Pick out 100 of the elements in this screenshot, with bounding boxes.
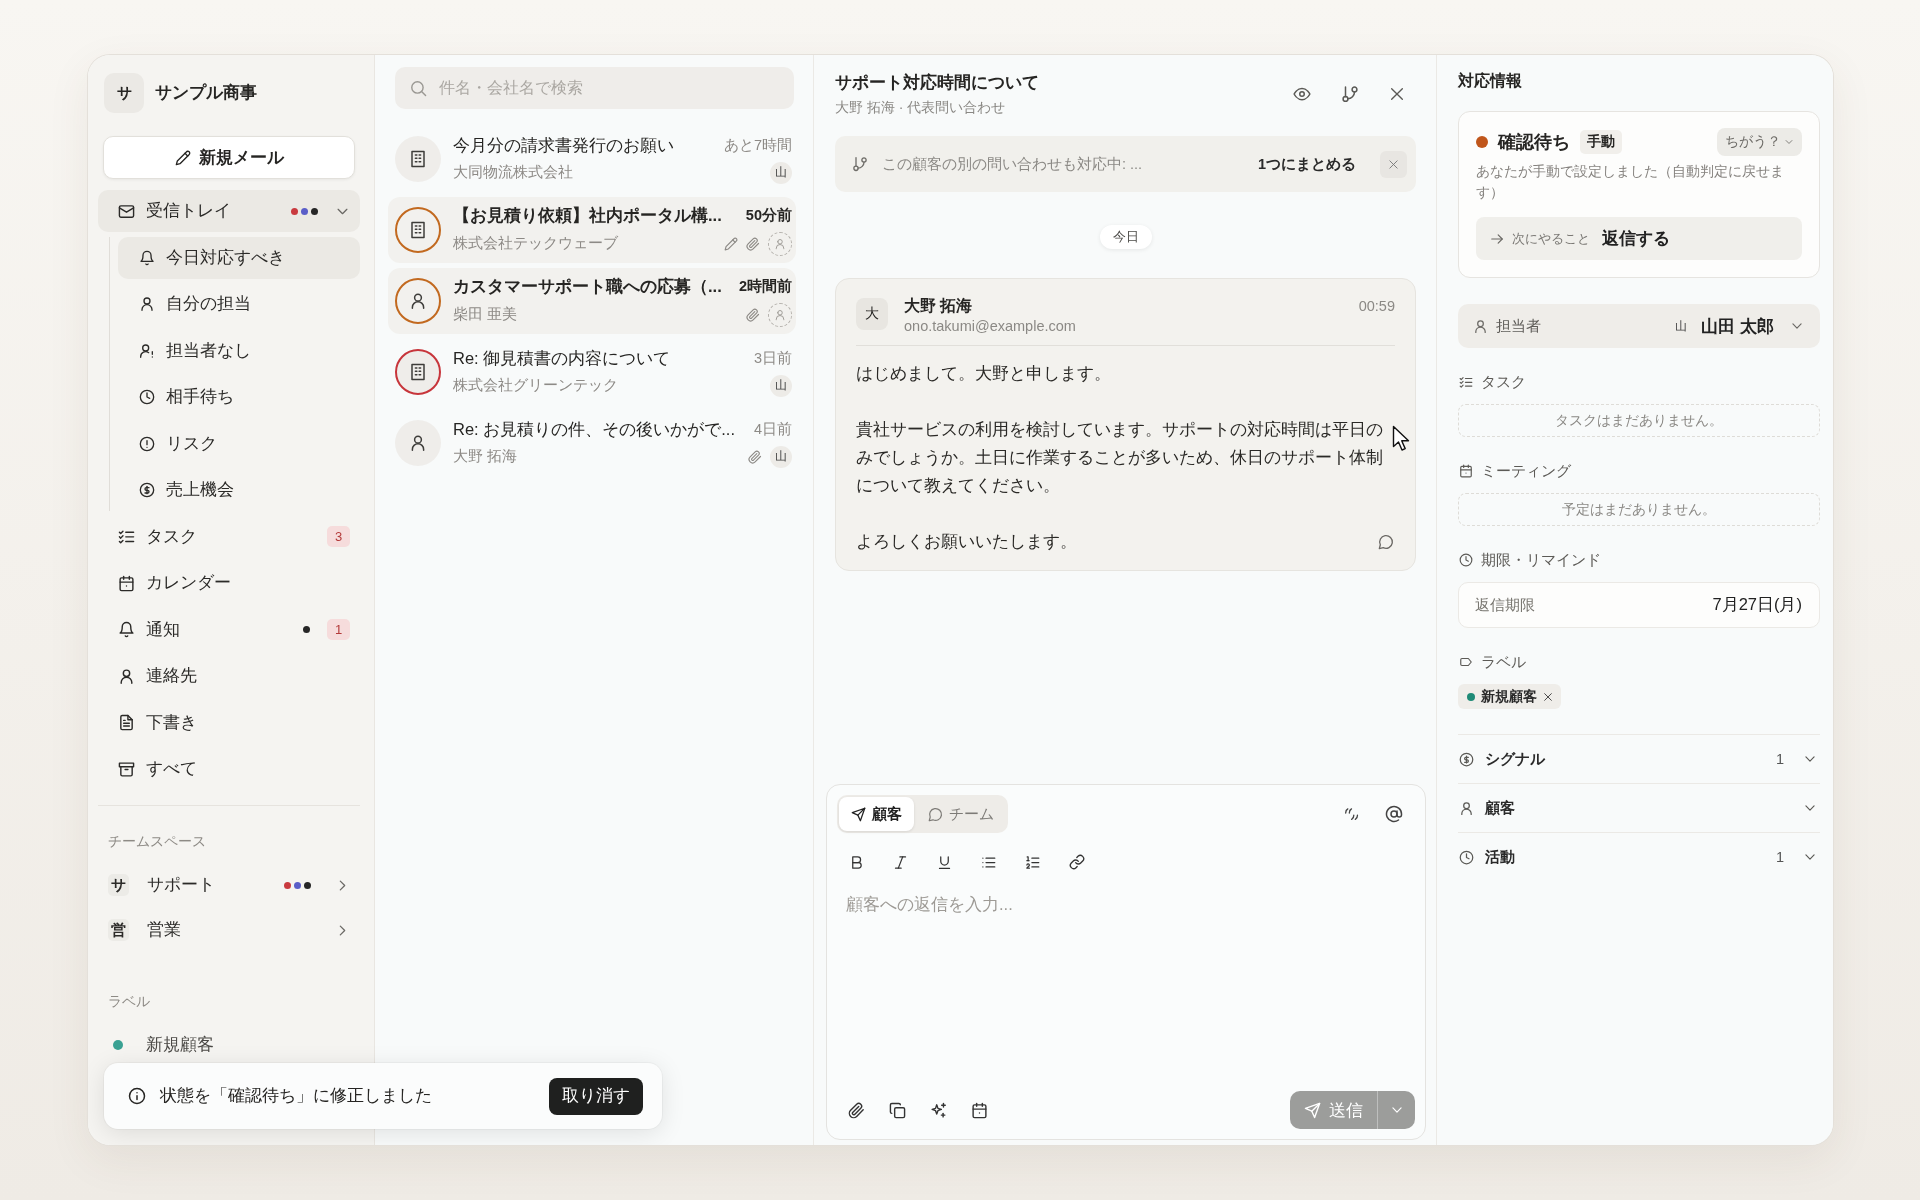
thread-item[interactable]: 今月分の請求書発行のお願い あと7時間 大同物流株式会社 山: [388, 126, 796, 192]
person-icon: [118, 667, 135, 685]
folder-item[interactable]: 売上機会: [118, 469, 360, 511]
thread-item[interactable]: Re: お見積りの件、その後いかがで... 4日前 大野 拓海 山: [388, 410, 796, 476]
team-item[interactable]: 営 営業: [98, 909, 360, 951]
numbered-list-icon[interactable]: [1025, 854, 1040, 870]
sender-email: ono.takumi@example.com: [904, 317, 1077, 336]
folder-item[interactable]: 自分の担当: [118, 283, 360, 325]
thread-sender: 株式会社グリーンテック: [453, 376, 618, 395]
remove-icon[interactable]: [1543, 691, 1553, 702]
thread-time: 50分前: [745, 206, 792, 225]
mouse-pointer-icon: [1392, 425, 1410, 452]
assignee-initial: 山: [770, 374, 792, 397]
calendar-icon: [118, 574, 135, 592]
bullet-list-icon[interactable]: [981, 854, 996, 870]
folder-item[interactable]: 今日対応すべき: [118, 236, 360, 279]
toast-message: 状態を「確認待ち」に修正しました: [160, 1085, 433, 1106]
assignee-initial: 山: [770, 445, 792, 468]
folder-item[interactable]: すべて: [98, 748, 360, 790]
thread-subject: Re: 御見積書の内容について: [453, 347, 671, 369]
folder-item[interactable]: 連絡先: [98, 655, 360, 697]
eye-icon[interactable]: [1293, 85, 1311, 103]
assignee-selector[interactable]: 担当者 山 山田 太郎: [1458, 304, 1820, 348]
banner-text: この顧客の別の問い合わせも対応中: ...: [882, 154, 1144, 174]
clock-icon: [139, 389, 155, 405]
message-time: 00:59: [1358, 297, 1395, 316]
document-icon: [118, 714, 135, 731]
accordion-count: 1: [1775, 751, 1784, 767]
italic-icon[interactable]: [893, 854, 908, 870]
folder-item[interactable]: 通知 1: [98, 608, 360, 651]
status-description: あなたが手動で設定しました（自動判定に戻せます）: [1476, 162, 1785, 202]
change-status-button[interactable]: ちがう？: [1717, 128, 1802, 156]
merge-button[interactable]: 1つにまとめる: [1257, 154, 1356, 174]
thread-sender: 大野 拓海: [453, 447, 518, 466]
underline-icon[interactable]: [937, 854, 952, 870]
branch-icon: [852, 156, 868, 172]
person-icon: [139, 296, 155, 312]
checklist-icon: [118, 528, 135, 545]
calendar-icon[interactable]: [971, 1101, 988, 1119]
folder-item[interactable]: 担当者なし: [118, 329, 360, 372]
company-avatar-icon: [395, 136, 441, 182]
thread-subject: 今月分の請求書発行のお願い: [453, 134, 674, 156]
reply-input[interactable]: 顧客への返信を入力...: [846, 892, 1415, 1091]
folder-item[interactable]: リスク: [118, 422, 360, 465]
quote-icon[interactable]: [1343, 806, 1359, 822]
archive-box-icon: [118, 760, 135, 778]
link-icon[interactable]: [1069, 854, 1085, 870]
conversation-subtitle: 大野 拓海 · 代表問い合わせ: [835, 98, 1007, 117]
at-sign-icon[interactable]: [1385, 805, 1403, 823]
accordion-header[interactable]: 活動 1: [1458, 832, 1820, 881]
assignee-initial: 山: [770, 161, 792, 184]
due-date-field[interactable]: 返信期限 7月27日(月): [1458, 582, 1820, 628]
section-heading: ミーティング: [1481, 462, 1571, 481]
send-options-button[interactable]: [1377, 1091, 1415, 1129]
conversation-title: サポート対応時間について: [835, 72, 1040, 94]
sidebar-section-heading: ラベル: [107, 992, 151, 1011]
folder-item[interactable]: 下書き: [98, 701, 360, 744]
thread-subject: カスタマーサポート職への応募（...: [453, 275, 722, 298]
team-item[interactable]: サ サポート: [98, 864, 360, 906]
folder-item[interactable]: タスク 3: [98, 515, 360, 558]
person-avatar-icon: [395, 420, 441, 466]
folder-item[interactable]: 受信トレイ: [98, 190, 360, 232]
copy-icon[interactable]: [889, 1101, 906, 1119]
thread-item[interactable]: カスタマーサポート職への応募（... 2時間前 柴田 亜美: [388, 268, 796, 334]
reply-mode-tab[interactable]: 顧客: [839, 797, 914, 831]
accordion-header[interactable]: 顧客: [1458, 783, 1820, 832]
count-badge: 1: [327, 619, 350, 640]
next-action-label: 次にやること: [1512, 229, 1590, 248]
chat-bubble-icon[interactable]: [1378, 534, 1394, 550]
folder-item[interactable]: カレンダー: [98, 562, 360, 604]
folder-item[interactable]: 相手待ち: [118, 376, 360, 418]
accordion-header[interactable]: シグナル 1: [1458, 734, 1820, 783]
bold-icon[interactable]: [849, 854, 864, 870]
message-paragraph: はじめまして。大野と申します。: [856, 363, 1112, 385]
thread-item[interactable]: 【お見積り依頼】社内ポータル構... 50分前 株式会社テックウェーブ: [388, 197, 796, 263]
info-icon: [128, 1087, 146, 1105]
label-item[interactable]: 新規顧客: [98, 1024, 360, 1066]
status-label: 確認待ち: [1498, 131, 1570, 154]
paperclip-icon[interactable]: [848, 1101, 865, 1119]
close-icon[interactable]: [1389, 86, 1405, 102]
search-icon: [410, 79, 427, 97]
branch-icon[interactable]: [1341, 85, 1359, 103]
reply-mode-tab[interactable]: チーム: [916, 797, 1006, 831]
team-avatar: サ: [108, 874, 129, 896]
team-avatar: 営: [108, 919, 129, 941]
close-icon: [1388, 158, 1399, 170]
thread-subject: Re: お見積りの件、その後いかがで...: [453, 418, 735, 440]
person-icon: [1459, 800, 1474, 816]
thread-item[interactable]: Re: 御見積書の内容について 3日前 株式会社グリーンテック 山: [388, 339, 796, 405]
sparkles-icon[interactable]: [930, 1101, 947, 1119]
section-heading: タスク: [1481, 373, 1526, 392]
checklist-icon: [1459, 375, 1473, 389]
count-badge: 3: [327, 526, 350, 547]
compose-button[interactable]: 新規メール: [103, 136, 355, 179]
tag-text: 新規顧客: [1481, 687, 1537, 706]
pencil-icon: [174, 149, 191, 166]
search-field[interactable]: 件名・会社名で検索: [395, 67, 794, 109]
send-icon: [1304, 1101, 1321, 1119]
message-paragraph: よろしくお願いいたします。: [856, 531, 1077, 553]
undo-button[interactable]: 取り消す: [549, 1077, 643, 1115]
